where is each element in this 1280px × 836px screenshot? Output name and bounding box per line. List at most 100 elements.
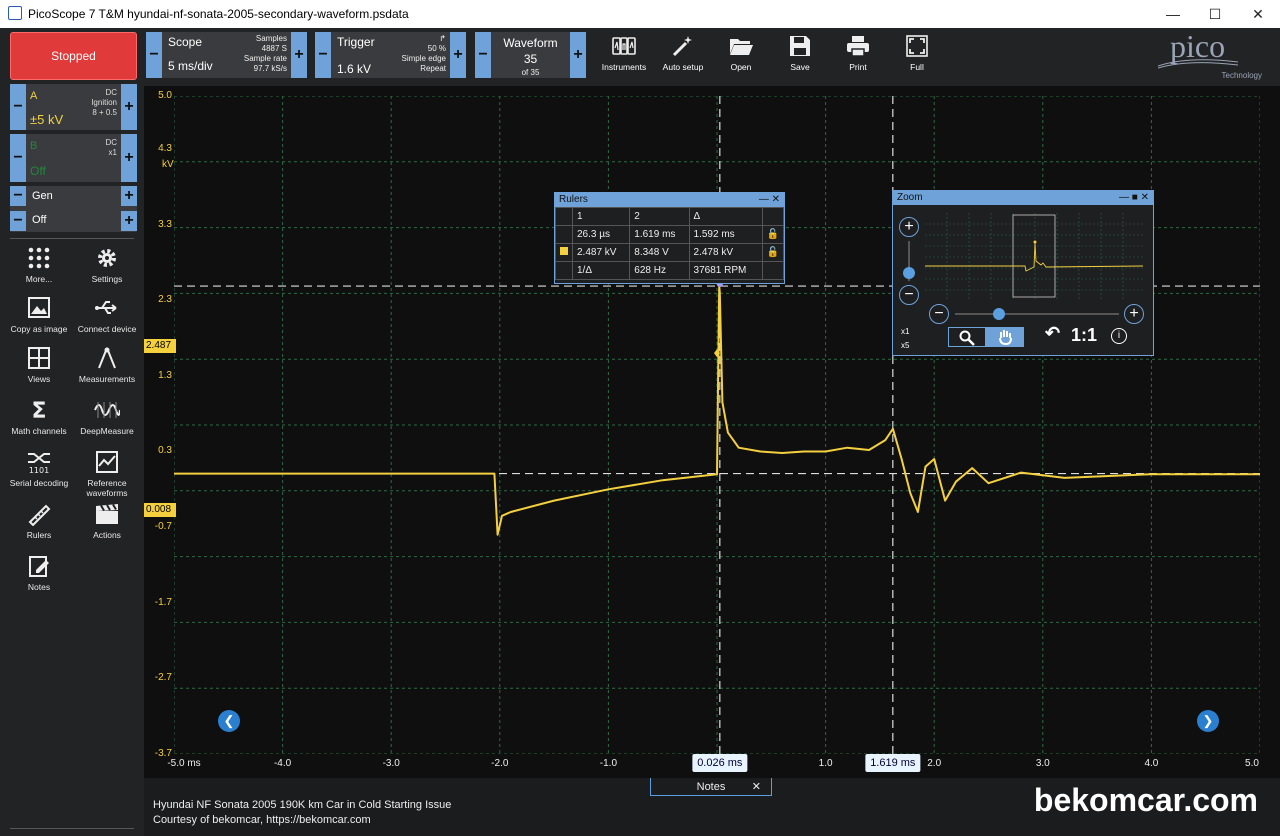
channel-b-settings[interactable]: DC x1 (105, 138, 117, 158)
math-channels-tool[interactable]: Σ Math channels (7, 398, 71, 436)
actions-label: Actions (93, 530, 121, 540)
stopped-button[interactable]: Stopped (10, 32, 137, 80)
frequency-label: 1/Δ (571, 261, 631, 280)
full-screen-button[interactable]: Full (887, 34, 947, 72)
info-icon[interactable]: i (1111, 328, 1127, 344)
channel-a-settings[interactable]: DC Ignition 8 + 0.5 (91, 88, 117, 118)
vertical-zoom-handle[interactable] (903, 267, 915, 279)
previous-waveform-arrow-icon[interactable]: ❮ (218, 710, 240, 732)
scope-view[interactable]: 5.0 4.3 3.3 2.3 1.3 0.3 -0.7 -1.7 -2.7 -3.7 -5.0 … (144, 86, 1280, 778)
channel-a-color-swatch (560, 247, 568, 255)
serial-decoding-tool[interactable]: 1101 Serial decoding (7, 450, 71, 488)
minimize-button[interactable]: — (1158, 4, 1188, 24)
channel-b-minus-button[interactable]: − (10, 134, 26, 182)
instruments-button[interactable]: Instruments (594, 34, 654, 72)
zoom-in-vertical-button[interactable]: + (899, 217, 919, 237)
trigger-info[interactable]: ↱ 50 % Simple edge Repeat (402, 34, 446, 74)
save-button[interactable]: Save (770, 34, 830, 72)
voltage-ruler-2-marker[interactable]: 0.008 (144, 503, 176, 517)
trigger-level[interactable]: 1.6 kV (337, 62, 371, 76)
channel-a-range[interactable]: ±5 kV (30, 112, 63, 127)
timebase-minus-button[interactable]: − (146, 32, 162, 78)
sample-info[interactable]: Samples 4887 S Sample rate 97.7 kS/s (244, 34, 287, 74)
channel-a-minus-button[interactable]: − (10, 84, 26, 130)
fullscreen-icon (906, 35, 928, 57)
y-axis-unit: kV (162, 159, 174, 170)
y-tick-label: 0.3 (158, 445, 172, 457)
open-button[interactable]: Open (711, 34, 771, 72)
time-ruler-lock-icon[interactable]: 🔓 (761, 225, 785, 244)
zoom-panel-close-icon[interactable]: — ■ ✕ (1119, 191, 1149, 205)
rulers-panel-header: Rulers — ✕ (555, 193, 784, 207)
channel-b-plus-button[interactable]: + (121, 134, 137, 182)
views-tool[interactable]: Views (7, 346, 71, 384)
zoom-region-rectangle[interactable] (1012, 214, 1056, 298)
horizontal-zoom-handle[interactable] (993, 308, 1005, 320)
gen-state-plus-button[interactable]: + (121, 211, 137, 231)
x-tick-label: 2.0 (927, 758, 942, 769)
zoom-out-vertical-button[interactable]: − (899, 285, 919, 305)
waveform-current[interactable]: 35 (475, 52, 586, 66)
usb-icon (95, 301, 117, 314)
rulers-tool[interactable]: Rulers (7, 502, 71, 540)
time-ruler-2-tag[interactable]: 1.619 ms (865, 754, 921, 772)
generator-panel: − + − + Gen Off (10, 186, 137, 232)
zoom-out-horizontal-button[interactable]: − (929, 304, 949, 324)
notes-text[interactable]: Hyundai NF Sonata 2005 190K km Car in Co… (153, 798, 451, 828)
zoom-undo-icon[interactable]: ↶ (1045, 323, 1060, 344)
time-ruler-1-tag[interactable]: 0.026 ms (692, 754, 748, 772)
waveform-measure-icon (94, 402, 120, 418)
more-tool[interactable]: More... (7, 246, 71, 284)
notes-area: Notes ✕ Hyundai NF Sonata 2005 190K km Ca… (144, 778, 1280, 836)
auto-setup-button[interactable]: Auto setup (653, 34, 713, 72)
voltage-ruler-lock-icon[interactable]: 🔓 (761, 243, 785, 262)
x-tick-label: -5.0 ms (167, 758, 201, 769)
timebase-value[interactable]: 5 ms/div (168, 59, 213, 73)
notes-close-icon[interactable]: ✕ (752, 778, 761, 796)
trigger-mode: Repeat (420, 64, 446, 73)
channel-a-plus-button[interactable]: + (121, 84, 137, 130)
channel-b-range[interactable]: Off (30, 164, 46, 178)
next-waveform-arrow-icon[interactable]: ❯ (1197, 710, 1219, 732)
rulers-panel-close-icon[interactable]: — ✕ (759, 193, 780, 207)
notes-tab[interactable]: Notes ✕ (650, 778, 772, 796)
actions-tool[interactable]: Actions (75, 502, 139, 540)
zoom-ratio[interactable]: 1:1 (1071, 325, 1097, 346)
deepmeasure-tool[interactable]: DeepMeasure (75, 398, 139, 436)
ruler-icon (28, 504, 51, 526)
close-window-button[interactable]: ✕ (1243, 4, 1273, 24)
rulers-panel[interactable]: Rulers — ✕ 12Δ 26.3 µs 1.619 ms 1.592 ms 🔓 2… (554, 192, 785, 284)
zoom-overview[interactable] (925, 213, 1143, 301)
settings-tool[interactable]: Settings (75, 246, 139, 284)
gen-state[interactable]: Off (32, 214, 46, 226)
reference-waveforms-tool[interactable]: Reference waveforms (75, 450, 139, 498)
save-label: Save (790, 62, 810, 72)
more-label: More... (25, 274, 53, 284)
zoom-panel[interactable]: Zoom — ■ ✕ + − x1 x5 − + ↶ 1:1 i (892, 190, 1154, 356)
gen-state-minus-button[interactable]: − (10, 211, 26, 231)
window-title: PicoScope 7 T&M hyundai-nf-sonata-2005-s… (28, 7, 409, 21)
x-tick-label: -3.0 (382, 758, 400, 769)
title-bar: PicoScope 7 T&M hyundai-nf-sonata-2005-s… (0, 0, 1280, 28)
timebase-plus-button[interactable]: + (291, 32, 307, 78)
pico-logo-swoosh (1158, 59, 1238, 69)
x-tick-label: 5.0 (1245, 758, 1259, 769)
zoom-tool-button[interactable] (948, 327, 986, 347)
notes-tool[interactable]: Notes (7, 554, 71, 592)
voltage-ruler-1-marker[interactable]: 2.487 (144, 339, 176, 353)
trigger-plus-button[interactable]: + (450, 32, 466, 78)
print-button[interactable]: Print (828, 34, 888, 72)
zoom-in-horizontal-button[interactable]: + (1124, 304, 1144, 324)
pan-tool-button[interactable] (986, 327, 1024, 347)
gen-minus-button[interactable]: − (10, 186, 26, 206)
copy-as-image-tool[interactable]: Copy as image (7, 296, 71, 334)
maximize-button[interactable]: ☐ (1200, 4, 1230, 24)
connect-device-tool[interactable]: Connect device (75, 296, 139, 334)
measurements-tool[interactable]: Measurements (75, 346, 139, 384)
channel-b-name: B (30, 140, 38, 152)
reference-waveforms-label: Reference waveforms (86, 478, 128, 498)
trigger-minus-button[interactable]: − (315, 32, 331, 78)
gen-plus-button[interactable]: + (121, 186, 137, 206)
math-channels-label: Math channels (11, 426, 67, 436)
gen-name: Gen (32, 190, 53, 202)
